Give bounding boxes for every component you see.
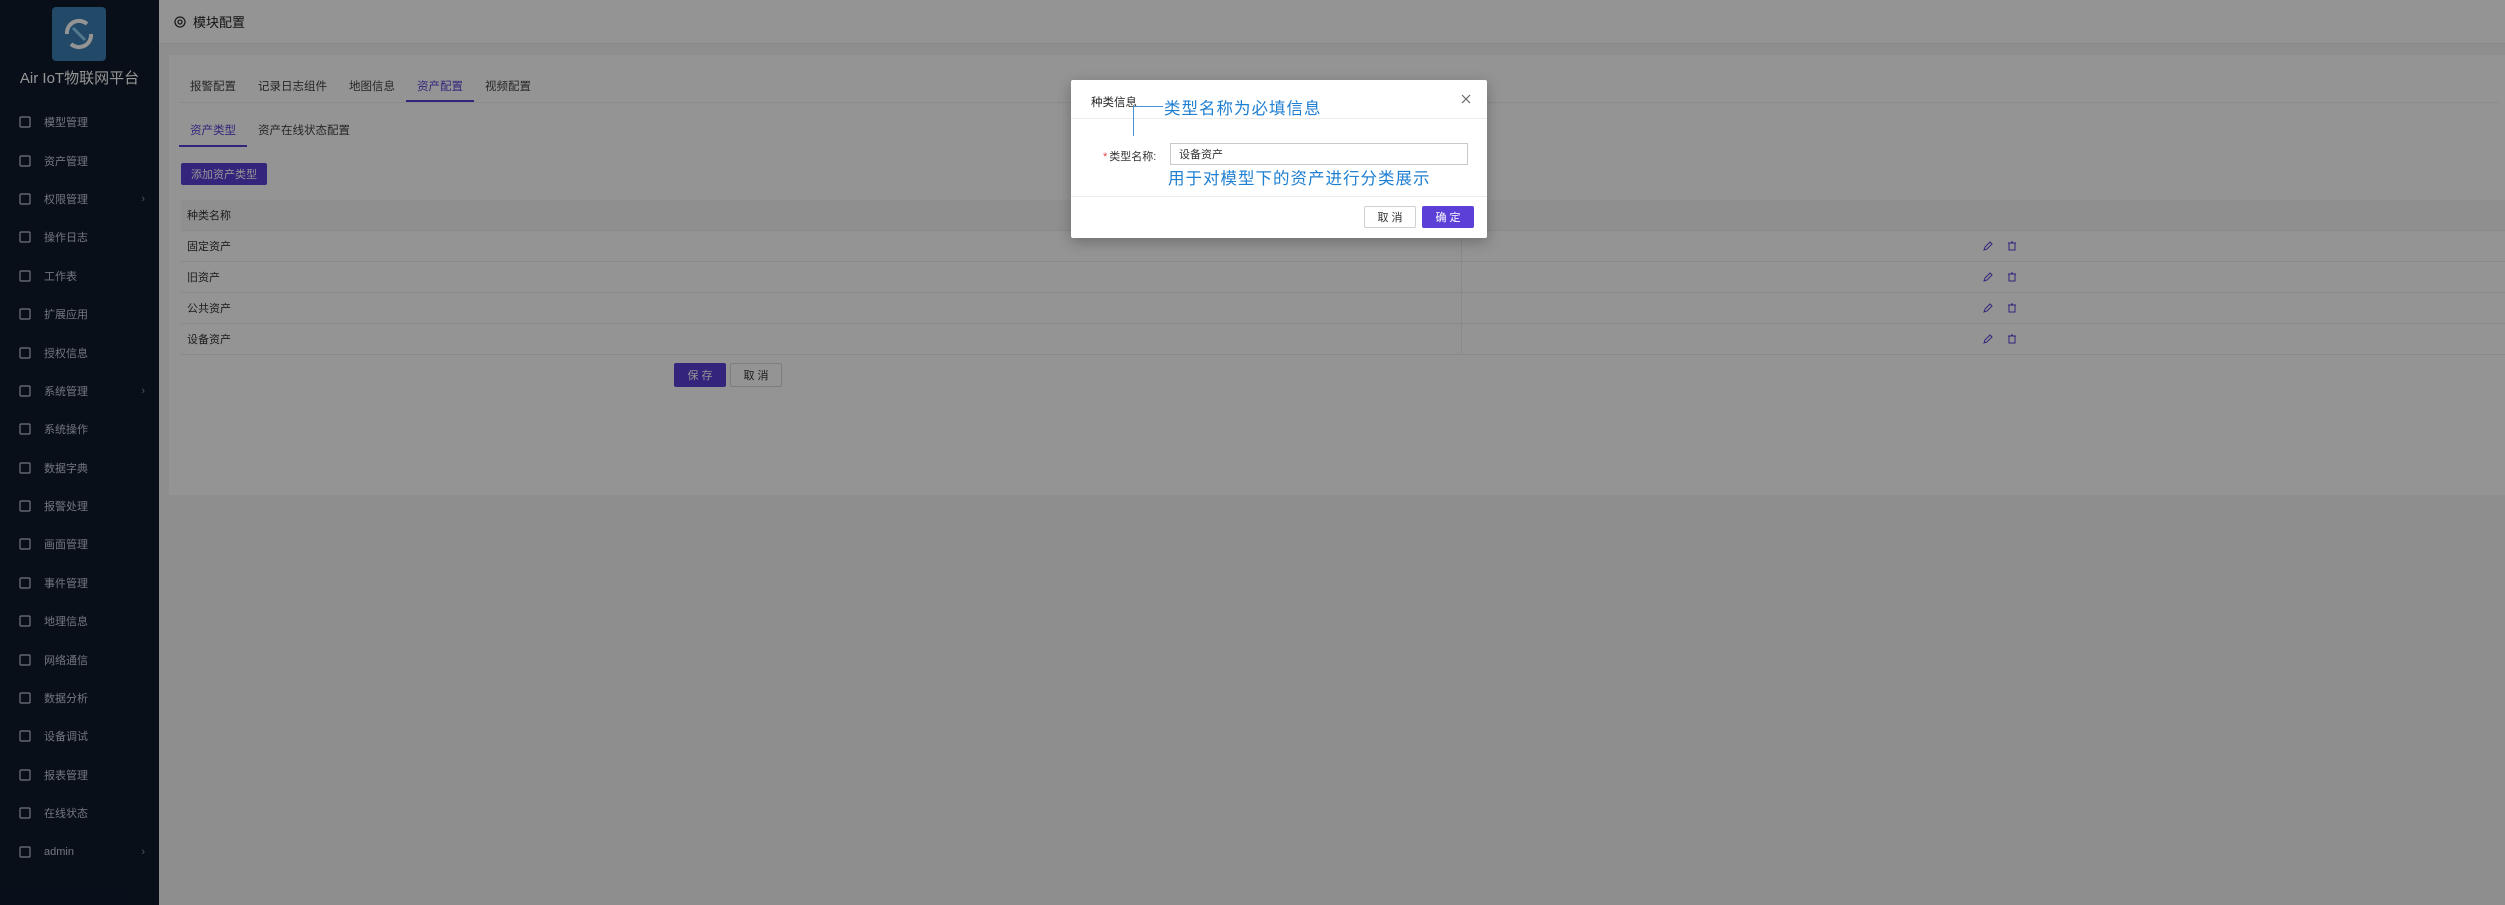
dialog-confirm-button[interactable]: 确 定 (1422, 206, 1474, 228)
type-name-label-text: 类型名称: (1109, 151, 1157, 163)
type-name-input[interactable] (1170, 143, 1468, 165)
dialog-title: 种类信息 (1091, 97, 1137, 109)
dialog-cancel-button[interactable]: 取 消 (1364, 206, 1416, 228)
dialog-footer-divider (1071, 196, 1487, 197)
type-name-label: * 类型名称: (1103, 148, 1156, 164)
annotation-line-top (1133, 106, 1163, 107)
close-icon[interactable] (1459, 92, 1473, 106)
annotation-required-note: 类型名称为必填信息 (1164, 99, 1322, 118)
required-mark: * (1103, 151, 1108, 163)
annotation-line-vertical (1133, 106, 1134, 136)
annotation-purpose-note: 用于对模型下的资产进行分类展示 (1168, 169, 1431, 188)
